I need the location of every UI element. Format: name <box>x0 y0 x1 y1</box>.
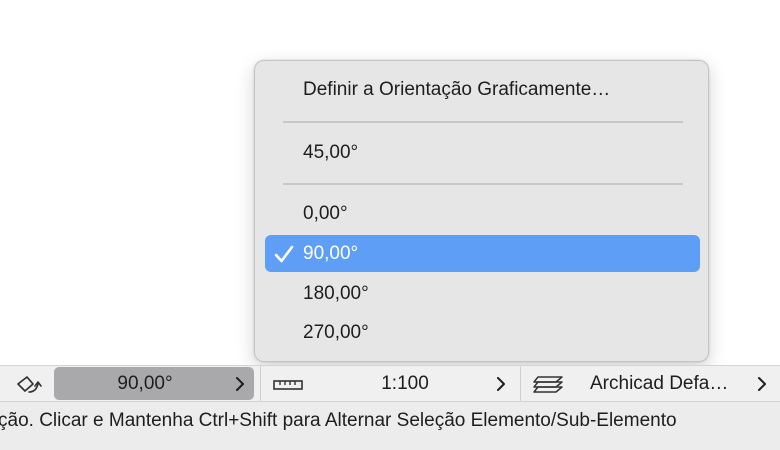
layers-icon[interactable] <box>532 371 566 397</box>
layer-combination-button[interactable]: Archicad Defa… <box>590 366 750 401</box>
menu-item-label: 90,00° <box>303 243 359 264</box>
scale-value: 1:100 <box>381 373 429 394</box>
orientation-icon[interactable] <box>14 372 44 396</box>
menu-item-set-orientation-graphically[interactable]: Definir a Orientação Graficamente… <box>265 71 700 108</box>
status-text: ção. Clicar e Mantenha Ctrl+Shift para A… <box>0 410 677 431</box>
menu-item-270[interactable]: 270,00° <box>265 314 700 351</box>
layer-combination-value: Archicad Defa… <box>590 373 729 394</box>
orientation-value-button[interactable]: 90,00° <box>54 367 254 400</box>
menu-item-0[interactable]: 0,00° <box>265 195 700 232</box>
menu-item-45[interactable]: 45,00° <box>265 134 700 171</box>
menu-item-label: 0,00° <box>303 203 348 224</box>
chevron-right-icon <box>236 377 244 391</box>
ruler-icon[interactable] <box>272 375 304 393</box>
menu-separator <box>283 121 683 123</box>
menu-item-label: 270,00° <box>303 322 369 343</box>
menu-separator <box>283 183 683 185</box>
toolbar-divider <box>260 366 261 401</box>
menu-item-180[interactable]: 180,00° <box>265 275 700 312</box>
scale-value-button[interactable]: 1:100 <box>310 366 500 401</box>
menu-item-90[interactable]: 90,00° <box>265 235 700 272</box>
chevron-right-icon[interactable] <box>756 376 768 392</box>
orientation-value: 90,00° <box>117 373 173 394</box>
orientation-popup-menu: Definir a Orientação Graficamente… 45,00… <box>254 60 709 362</box>
menu-item-label: 180,00° <box>303 283 369 304</box>
toolbar-divider <box>520 366 521 401</box>
chevron-right-icon[interactable] <box>495 376 507 392</box>
status-bar: ção. Clicar e Mantenha Ctrl+Shift para A… <box>0 402 780 450</box>
menu-item-label: Definir a Orientação Graficamente… <box>303 79 611 100</box>
quick-options-toolbar: 90,00° 1:100 Archicad Defa… <box>0 365 780 402</box>
menu-item-label: 45,00° <box>303 142 359 163</box>
checkmark-icon <box>274 245 294 263</box>
